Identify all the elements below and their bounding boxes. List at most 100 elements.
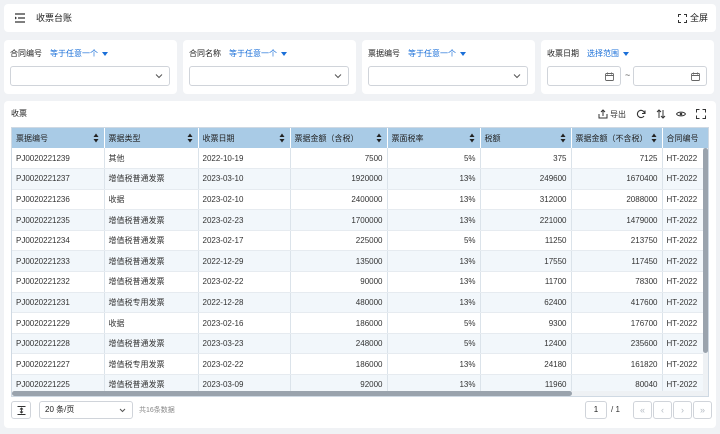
next-page-button[interactable]: › <box>673 401 692 419</box>
table-cell: 2023-02-23 <box>198 209 291 231</box>
table-cell: 249600 <box>480 168 572 190</box>
fullscreen-icon <box>696 109 706 119</box>
last-page-button[interactable]: » <box>693 401 712 419</box>
column-header[interactable]: 票据金额（不含税） <box>571 128 663 148</box>
filter-label: 合同编号 <box>10 49 42 58</box>
date-end-input[interactable] <box>633 66 707 86</box>
table-cell: 增值税普通发票 <box>104 230 199 252</box>
sort-toggle-button[interactable] <box>656 108 666 120</box>
fit-height-icon <box>17 406 26 415</box>
table-cell: 2023-02-22 <box>198 353 291 376</box>
column-header-label: 票据金额（含税） <box>294 133 359 143</box>
calendar-icon <box>691 72 700 81</box>
scrollbar-thumb[interactable] <box>12 391 572 396</box>
column-header[interactable]: 票据金额（含税） <box>290 128 388 148</box>
column-header[interactable]: 税额 <box>480 128 572 148</box>
filter-label: 票据编号 <box>368 49 400 58</box>
table-cell: PJ0020221239 <box>12 148 105 170</box>
vertical-scrollbar[interactable] <box>703 148 708 393</box>
table-cell: 1479000 <box>571 209 663 231</box>
table-row[interactable]: PJ0020221233 增值税普通发票 2022-12-29 135000 13% 17… <box>12 250 708 273</box>
filter-value-select[interactable] <box>189 66 349 86</box>
table-cell: 135000 <box>290 250 388 273</box>
filter-value-select[interactable] <box>368 66 528 86</box>
table-cell: 2022-12-28 <box>198 292 291 314</box>
menu-collapse-icon[interactable] <box>14 12 26 24</box>
table-row[interactable]: PJ0020221236 收据 2023-02-10 2400000 13% 312000… <box>12 189 708 211</box>
table-row[interactable]: PJ0020221228 增值税普通发票 2023-03-23 248000 5% 124… <box>12 333 708 355</box>
chevron-right-icon: › <box>681 405 684 415</box>
table-cell: 5% <box>387 230 481 252</box>
column-header[interactable]: 合同编号 <box>662 128 708 148</box>
column-header[interactable]: 收票日期 <box>198 128 291 148</box>
table-cell: 增值税普通发票 <box>104 209 199 231</box>
sort-icon[interactable] <box>93 133 99 143</box>
sort-icon[interactable] <box>279 133 285 143</box>
chevron-down-icon <box>513 74 521 79</box>
fit-height-button[interactable] <box>11 401 31 419</box>
horizontal-scrollbar[interactable] <box>12 391 708 396</box>
filter-value-select[interactable] <box>10 66 170 86</box>
table-cell: 213750 <box>571 230 663 252</box>
column-header[interactable]: 票据类型 <box>104 128 199 148</box>
export-button[interactable]: 导出 <box>598 108 626 120</box>
refresh-button[interactable] <box>636 108 646 120</box>
table-cell: 176700 <box>571 312 663 334</box>
sort-icon[interactable] <box>376 133 382 143</box>
column-visibility-button[interactable] <box>676 108 686 120</box>
column-header[interactable]: 票据编号 <box>12 128 105 148</box>
table-row[interactable]: PJ0020221235 增值税普通发票 2023-02-23 1700000 13% 2… <box>12 209 708 231</box>
table-cell: 161820 <box>571 353 663 376</box>
table-row[interactable]: PJ0020221232 增值税普通发票 2023-02-22 90000 13% 117… <box>12 271 708 293</box>
table-cell: 增值税普通发票 <box>104 250 199 273</box>
table-cell: 235600 <box>571 333 663 355</box>
table-row[interactable]: PJ0020221239 其他 2022-10-19 7500 5% 375 7125 HT-… <box>12 148 708 170</box>
date-start-input[interactable] <box>547 66 621 86</box>
sort-icon[interactable] <box>187 133 193 143</box>
table-cell: 221000 <box>480 209 572 231</box>
table-cell: PJ0020221237 <box>12 168 105 190</box>
table-row[interactable]: PJ0020221237 增值税普通发票 2023-03-10 1920000 13% 2… <box>12 168 708 190</box>
table-cell: 13% <box>387 189 481 211</box>
column-header-label: 收票日期 <box>202 133 235 143</box>
table-cell: PJ0020221234 <box>12 230 105 252</box>
first-page-button[interactable]: « <box>633 401 652 419</box>
prev-page-button[interactable]: ‹ <box>653 401 672 419</box>
sort-icon[interactable] <box>560 133 566 143</box>
filter-operator-dropdown[interactable]: 等于任意一个 <box>229 49 287 59</box>
fullscreen-button[interactable]: 全屏 <box>677 12 708 24</box>
scrollbar-thumb[interactable] <box>703 148 708 353</box>
table-cell: 11700 <box>480 271 572 293</box>
filter-receive-date: 收票日期 选择范围 ~ <box>541 40 714 94</box>
filter-operator-label: 等于任意一个 <box>229 49 277 58</box>
invoice-table: 票据编号 票据类型 收票日期 票据金额（含税） 票面税率 税额 票据金额（不含税… <box>11 127 709 397</box>
sort-icon[interactable] <box>651 133 657 143</box>
table-cell: 9300 <box>480 312 572 334</box>
filter-operator-label: 等于任意一个 <box>408 49 456 58</box>
fullscreen-label: 全屏 <box>689 13 708 23</box>
table-row[interactable]: PJ0020221229 收据 2023-02-16 186000 5% 9300 1767… <box>12 312 708 334</box>
table-cell: PJ0020221232 <box>12 271 105 293</box>
table-cell: 12400 <box>480 333 572 355</box>
filter-operator-dropdown[interactable]: 选择范围 <box>587 49 629 59</box>
table-row[interactable]: PJ0020221227 增值税专用发票 2023-02-22 186000 13% 24… <box>12 353 708 376</box>
sort-icon[interactable] <box>469 133 475 143</box>
table-cell: PJ0020221236 <box>12 189 105 211</box>
table-cell: 117450 <box>571 250 663 273</box>
calendar-icon <box>605 72 614 81</box>
column-header-label: 票据类型 <box>108 133 141 143</box>
caret-down-icon <box>281 52 287 56</box>
filter-label: 收票日期 <box>547 49 579 58</box>
column-header-label: 票据编号 <box>16 133 48 143</box>
table-row[interactable]: PJ0020221234 增值税普通发票 2023-02-17 225000 5% 112… <box>12 230 708 252</box>
filter-operator-dropdown[interactable]: 等于任意一个 <box>408 49 466 59</box>
table-cell: 2023-03-10 <box>198 168 291 190</box>
table-fullscreen-button[interactable] <box>696 108 706 120</box>
page-number-input[interactable]: 1 <box>585 401 607 419</box>
page-size-select[interactable]: 20 条/页 <box>39 401 133 419</box>
table-cell: 13% <box>387 292 481 314</box>
table-cell: 收据 <box>104 189 199 211</box>
filter-operator-dropdown[interactable]: 等于任意一个 <box>50 49 108 59</box>
column-header[interactable]: 票面税率 <box>387 128 481 148</box>
table-row[interactable]: PJ0020221231 增值税专用发票 2022-12-28 480000 13% 62… <box>12 292 708 314</box>
